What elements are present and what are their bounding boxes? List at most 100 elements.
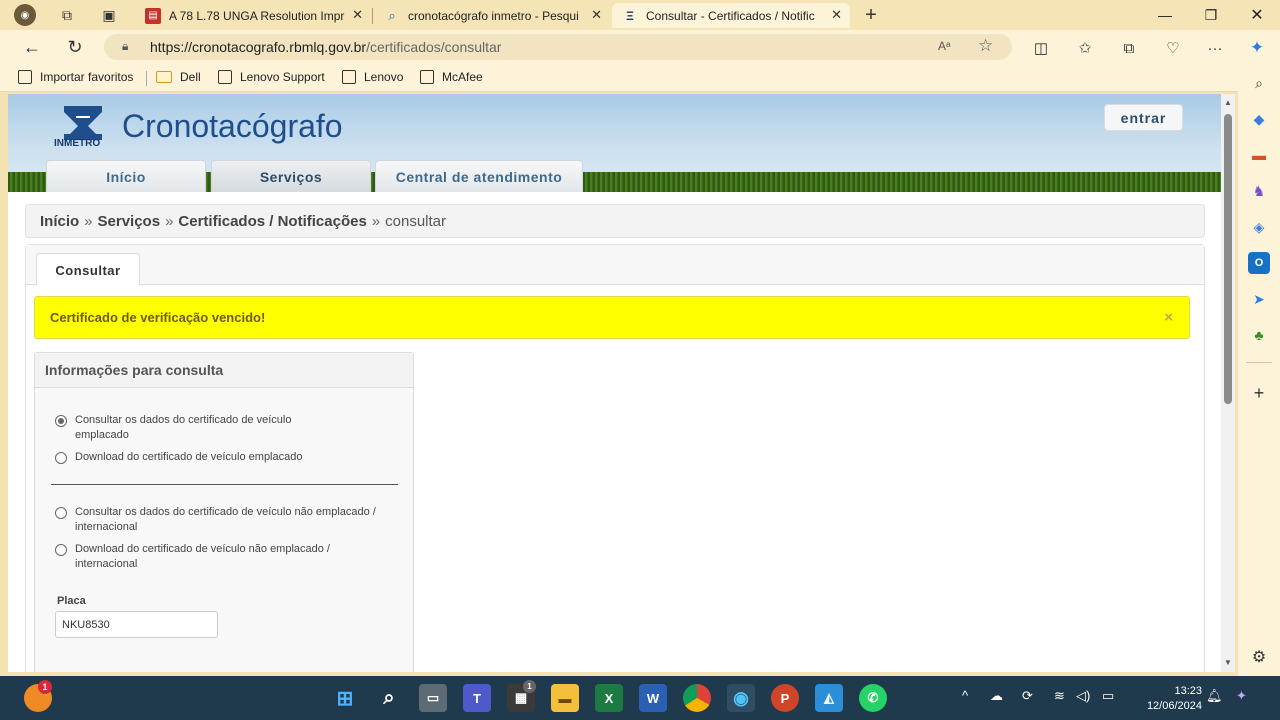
breadcrumb-certificados[interactable]: Certificados / Notificações <box>178 213 366 230</box>
file-explorer-icon[interactable]: ▬ <box>551 684 579 712</box>
radio-button[interactable] <box>55 507 67 519</box>
teams-icon[interactable]: T <box>463 684 491 712</box>
option-download-emplacado[interactable]: Download do certificado de veículo empla… <box>55 450 395 465</box>
send-icon[interactable]: ➤ <box>1248 288 1270 310</box>
site-title[interactable]: Cronotacógrafo <box>122 108 343 145</box>
minimize-button[interactable]: — <box>1145 3 1185 27</box>
close-tab-icon[interactable]: ✕ <box>352 7 363 23</box>
profile-avatar-icon[interactable]: ◉ <box>14 4 36 26</box>
inmetro-icon: Ξ <box>626 8 634 23</box>
browser-essentials-icon[interactable]: ♡ <box>1162 38 1184 58</box>
task-view-icon[interactable]: ▭ <box>419 684 447 712</box>
logo-text: INMETRO <box>54 138 101 149</box>
tab-consultar-certificados[interactable]: Ξ Consultar - Certificados / Notific ✕ <box>612 3 850 28</box>
read-aloud-icon[interactable]: Aᵃ <box>938 39 950 53</box>
powerpoint-icon[interactable]: P <box>771 684 799 712</box>
copilot-taskbar-icon[interactable]: ✦ <box>1236 688 1247 704</box>
notifications-bell-icon[interactable]: 🔔︎ <box>1206 688 1223 704</box>
scroll-down-icon[interactable]: ▼ <box>1224 658 1232 667</box>
copilot-icon[interactable]: ✦ <box>1246 38 1268 58</box>
whatsapp-icon[interactable]: ✆ <box>859 684 887 712</box>
add-icon[interactable]: + <box>1248 382 1270 404</box>
alert-message: Certificado de verificação vencido! <box>50 310 266 325</box>
menu-tab-inicio[interactable]: Início <box>46 160 206 192</box>
office-icon[interactable]: ◈ <box>1248 216 1270 238</box>
option-consultar-nao-emplacado[interactable]: Consultar os dados do certificado de veí… <box>55 505 405 535</box>
scroll-up-icon[interactable]: ▲ <box>1224 98 1232 107</box>
split-screen-icon[interactable]: ◫ <box>1030 38 1052 58</box>
store-icon[interactable]: ▦ 1 <box>507 680 536 712</box>
more-options-icon[interactable]: ··· <box>1204 38 1226 58</box>
start-windows-icon[interactable]: ⊞ <box>331 684 359 712</box>
tab-search-cronotacografo[interactable]: ⌕ cronotacógrafo inmetro - Pesqui ✕ <box>374 3 610 28</box>
chrome-icon[interactable] <box>683 684 711 712</box>
refresh-button[interactable]: ↻ <box>63 36 87 58</box>
close-tab-icon[interactable]: ✕ <box>591 7 602 23</box>
weather-icon[interactable]: 1 <box>24 680 52 712</box>
excel-icon[interactable]: X <box>595 684 623 712</box>
menu-tab-servicos[interactable]: Serviços <box>211 160 371 192</box>
clock[interactable]: 13:23 12/06/2024 <box>1128 684 1202 714</box>
import-favorites[interactable]: Importar favoritos <box>18 70 133 84</box>
outlook-icon[interactable]: O <box>1248 252 1270 274</box>
content-tab-strip: Consultar <box>26 245 1204 286</box>
chevron-up-icon[interactable]: ^ <box>962 688 968 703</box>
favorite-lenovo[interactable]: Lenovo <box>342 70 403 84</box>
close-icon[interactable]: × <box>1164 309 1173 326</box>
cloud-icon[interactable]: ☁ <box>990 688 1003 704</box>
favorite-lenovo-support[interactable]: Lenovo Support <box>218 70 325 84</box>
shopping-tag-icon[interactable]: ◆ <box>1248 108 1270 130</box>
favorite-star-icon[interactable]: ☆ <box>978 36 993 56</box>
collections-icon[interactable]: ⧉ <box>1118 38 1140 58</box>
option-consultar-emplacado[interactable]: Consultar os dados do certificado de veí… <box>55 413 315 443</box>
tab-actions-icon[interactable]: ▣ <box>98 4 120 26</box>
restore-button[interactable]: ❐ <box>1191 3 1231 27</box>
option-download-nao-emplacado[interactable]: Download do certificado de veículo não e… <box>55 542 355 572</box>
folder-icon <box>156 71 172 83</box>
radio-button[interactable] <box>55 415 67 427</box>
breadcrumb: Início » Serviços » Certificados / Notif… <box>25 204 1205 238</box>
settings-gear-icon[interactable]: ⚙ <box>1248 646 1270 668</box>
panel-title: Informações para consulta <box>35 353 413 388</box>
close-tab-icon[interactable]: ✕ <box>831 7 842 23</box>
menu-tab-central-atendimento[interactable]: Central de atendimento <box>375 160 583 192</box>
radio-button[interactable] <box>55 544 67 556</box>
close-window-button[interactable]: ✕ <box>1237 3 1277 27</box>
word-icon[interactable]: W <box>639 684 667 712</box>
back-button[interactable]: ← <box>20 36 44 58</box>
page-scrollbar[interactable]: ▲ ▼ <box>1221 94 1235 672</box>
search-icon[interactable]: ⌕ <box>375 684 403 712</box>
battery-icon[interactable]: ▭ <box>1102 688 1114 704</box>
placa-label: Placa <box>57 595 86 607</box>
divider <box>51 484 398 485</box>
tab-consultar[interactable]: Consultar <box>36 253 140 286</box>
new-tab-button[interactable]: + <box>860 4 882 26</box>
scrollbar-thumb[interactable] <box>1224 114 1232 404</box>
volume-icon[interactable]: ◁) <box>1076 688 1090 704</box>
radio-button[interactable] <box>55 452 67 464</box>
breadcrumb-separator: » <box>165 212 174 230</box>
tools-icon[interactable]: ▬ <box>1248 144 1270 166</box>
search-icon: ⌕ <box>388 7 396 23</box>
edge-icon[interactable]: ◉ <box>727 684 755 712</box>
photos-icon[interactable]: ◭ <box>815 684 843 712</box>
search-icon[interactable]: ⌕ <box>1248 72 1270 94</box>
favorite-mcafee[interactable]: McAfee <box>420 70 483 84</box>
notification-badge: 1 <box>38 680 52 694</box>
url-bar[interactable]: 🔒︎ https://cronotacografo.rbmlq.gov.br/c… <box>104 34 1012 60</box>
breadcrumb-inicio[interactable]: Início <box>40 213 79 230</box>
favorites-icon[interactable]: ✩ <box>1074 38 1096 58</box>
favorites-bar: Importar favoritos Dell Lenovo Support L… <box>0 64 1280 92</box>
lock-icon[interactable]: 🔒︎ <box>122 39 128 54</box>
favorite-dell[interactable]: Dell <box>156 70 201 84</box>
workspaces-icon[interactable]: ⧉ <box>56 4 78 26</box>
breadcrumb-servicos[interactable]: Serviços <box>98 213 161 230</box>
tab-unga-resolution[interactable]: ▤ A 78 L.78 UNGA Resolution Impr ✕ <box>135 3 371 28</box>
login-button[interactable]: entrar <box>1104 104 1183 131</box>
games-icon[interactable]: ♞ <box>1248 180 1270 202</box>
placa-input[interactable] <box>55 611 218 638</box>
wifi-icon[interactable]: ≋ <box>1054 688 1065 704</box>
sync-icon[interactable]: ⟳ <box>1022 688 1033 704</box>
tree-icon[interactable]: ♣ <box>1248 324 1270 346</box>
address-toolbar: ← ↻ 🔒︎ https://cronotacografo.rbmlq.gov.… <box>0 30 1280 64</box>
